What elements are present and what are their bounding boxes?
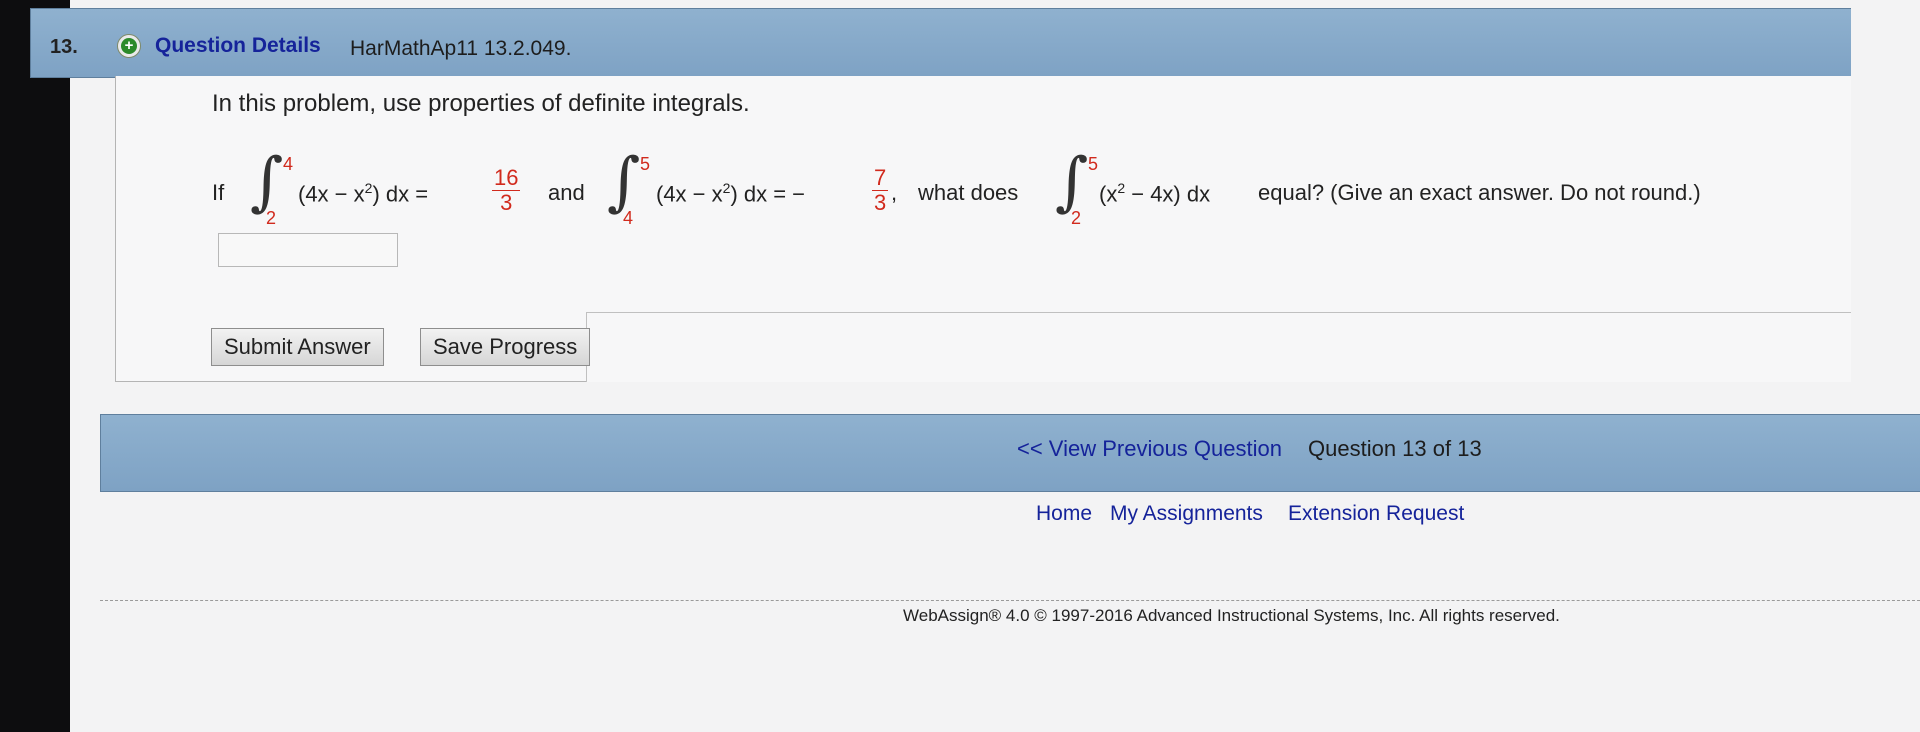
fraction-7-3: 73 — [872, 165, 889, 215]
integral-sign: ∫ — [1055, 145, 1089, 219]
lower-limit: 2 — [1071, 208, 1082, 228]
integrand: (x2 − 4x) dx — [1099, 180, 1211, 207]
lower-limit: 4 — [623, 208, 634, 228]
upper-limit: 4 — [283, 154, 294, 174]
question-details-link[interactable]: Question Details — [155, 34, 321, 58]
integrand: (4x − x2) dx = − — [656, 180, 806, 207]
my-assignments-link[interactable]: My Assignments — [1110, 502, 1263, 526]
problem-intro: In this problem, use properties of defin… — [212, 90, 750, 117]
if-text: If — [212, 180, 225, 205]
upper-limit: 5 — [1088, 154, 1099, 174]
view-previous-question-link[interactable]: << View Previous Question — [1017, 436, 1282, 462]
expand-plus-icon[interactable]: + — [117, 34, 141, 58]
integral-sign: ∫ — [250, 145, 284, 219]
extension-request-link[interactable]: Extension Request — [1288, 502, 1464, 526]
question-count: Question 13 of 13 — [1308, 436, 1482, 461]
integrand: (4x − x2) dx = — [298, 180, 429, 207]
problem-statement: If ∫ 4 2 (4x − x2) dx = 16 3 and ∫ 5 4 (4… — [210, 150, 1830, 240]
question-ending: equal? (Give an exact answer. Do not rou… — [1258, 180, 1701, 205]
integral-sign: ∫ — [607, 145, 641, 219]
submit-answer-button[interactable]: Submit Answer — [211, 328, 384, 366]
home-link[interactable]: Home — [1036, 502, 1092, 526]
copyright-text: WebAssign® 4.0 © 1997-2016 Advanced Inst… — [903, 606, 1560, 625]
fraction-16-3: 16 3 — [492, 165, 521, 215]
upper-limit: 5 — [640, 154, 651, 174]
and-text: and — [548, 180, 585, 205]
answer-input[interactable] — [218, 233, 398, 267]
question-nav-bar — [100, 414, 1920, 492]
question-number: 13. — [50, 36, 78, 58]
footer-divider — [100, 600, 1920, 601]
lower-limit: 2 — [266, 208, 277, 228]
save-progress-button[interactable]: Save Progress — [420, 328, 591, 366]
comma: , — [891, 180, 898, 205]
what-does-text: what does — [918, 180, 1019, 205]
question-code: HarMathAp11 13.2.049. — [350, 37, 572, 60]
